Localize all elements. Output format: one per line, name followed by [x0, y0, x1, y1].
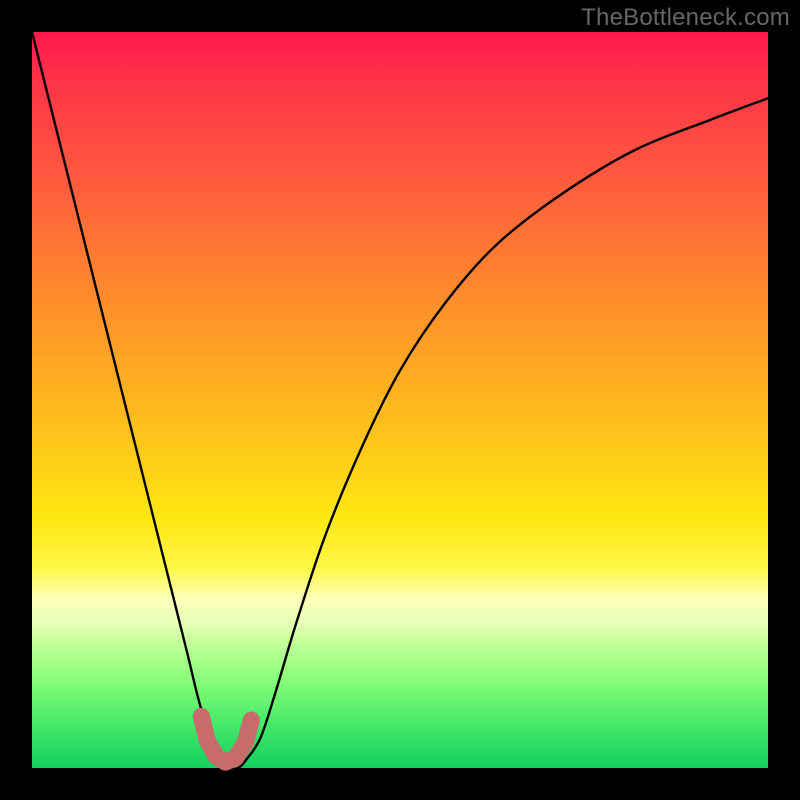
marker-dots [193, 708, 260, 771]
marker-dot [193, 708, 210, 725]
plot-area [32, 32, 768, 768]
marker-dot [243, 712, 260, 729]
watermark-text: TheBottleneck.com [581, 4, 790, 32]
marker-dot [199, 732, 216, 749]
bottleneck-curve [32, 32, 768, 769]
plot-svg [32, 32, 768, 768]
chart-frame: TheBottleneck.com [0, 0, 800, 800]
marker-dot [227, 749, 244, 766]
marker-dot [237, 734, 254, 751]
